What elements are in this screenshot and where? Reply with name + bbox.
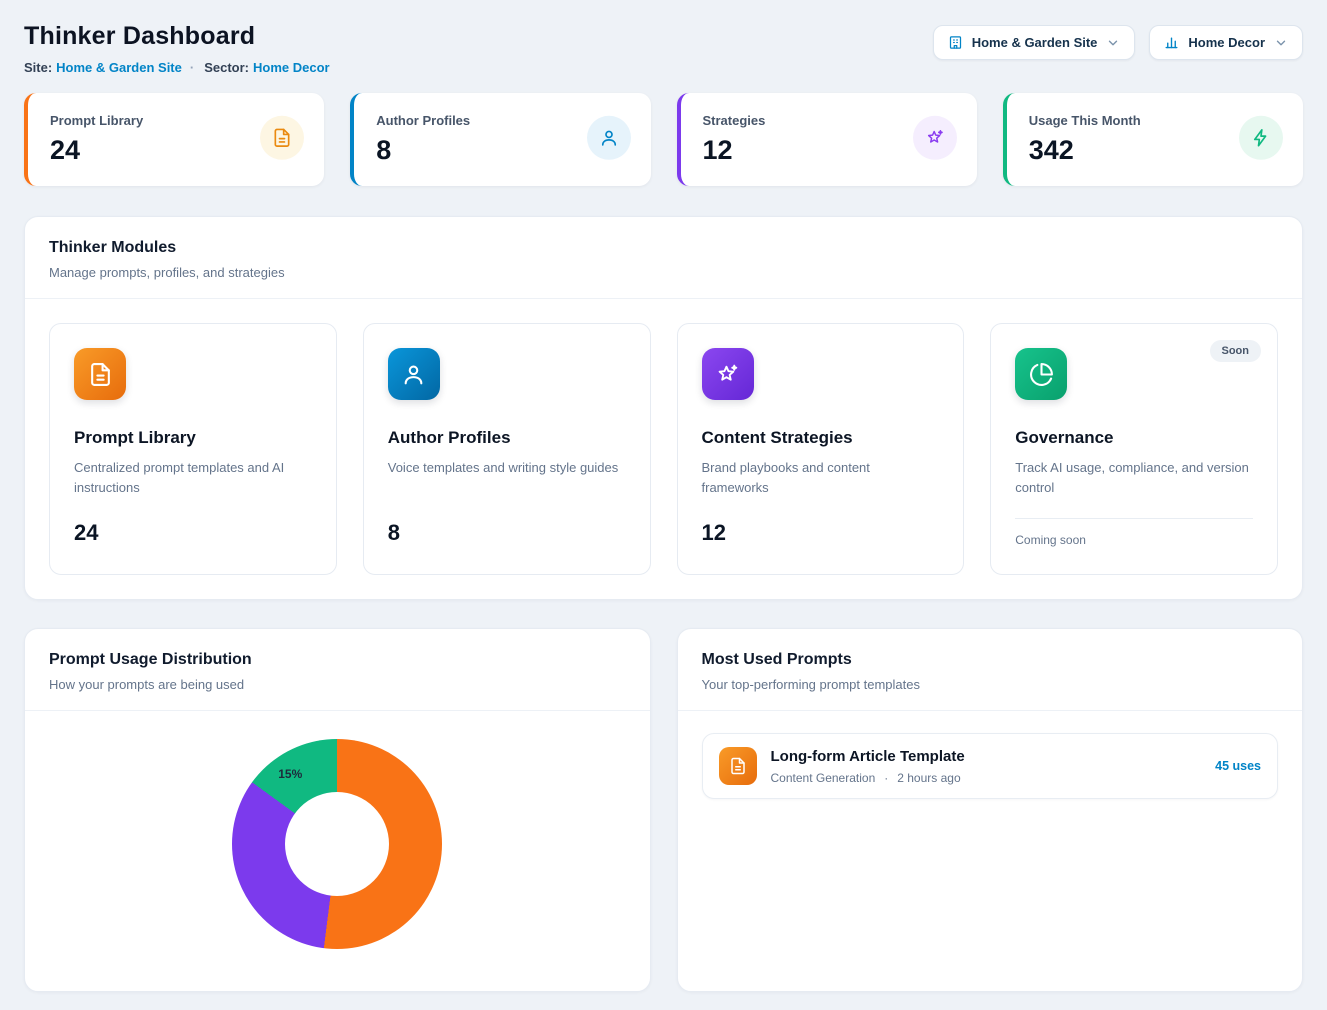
prompts-panel-title: Most Used Prompts <box>702 651 1279 669</box>
bar-chart-icon <box>1164 35 1179 50</box>
module-title: Author Profiles <box>388 428 511 448</box>
prompts-panel-header: Most Used Prompts Your top-performing pr… <box>678 629 1303 710</box>
prompt-uses-badge: 45 uses <box>1215 759 1261 773</box>
prompt-title: Long-form Article Template <box>771 748 1202 765</box>
user-icon <box>587 115 631 159</box>
usage-distribution-panel: Prompt Usage Distribution How your promp… <box>24 628 651 992</box>
stat-card-prompt-library: Prompt Library 24 <box>24 93 324 186</box>
sector-link[interactable]: Home Decor <box>253 60 330 75</box>
divider <box>1015 518 1253 519</box>
user-icon <box>388 348 440 400</box>
document-icon <box>260 115 304 159</box>
module-count: 24 <box>74 520 98 546</box>
module-description: Centralized prompt templates and AI inst… <box>74 458 312 498</box>
module-title: Prompt Library <box>74 428 196 448</box>
prompts-panel-subtitle: Your top-performing prompt templates <box>702 677 1279 692</box>
document-icon <box>719 747 757 785</box>
header-left: Thinker Dashboard Site: Home & Garden Sit… <box>24 18 330 75</box>
module-title: Content Strategies <box>702 428 853 448</box>
separator-dot: · <box>190 60 194 75</box>
chevron-down-icon <box>1106 36 1120 50</box>
module-description: Voice templates and writing style guides <box>388 458 619 498</box>
usage-panel-subtitle: How your prompts are being used <box>49 677 626 692</box>
sector-label: Sector: <box>204 60 249 75</box>
sparkle-star-icon <box>702 348 754 400</box>
module-card-governance[interactable]: Soon Governance Track AI usage, complian… <box>990 323 1278 575</box>
usage-panel-header: Prompt Usage Distribution How your promp… <box>25 629 650 710</box>
soon-badge: Soon <box>1210 340 1262 362</box>
page-title: Thinker Dashboard <box>24 22 330 51</box>
stats-row: Prompt Library 24 Author Profiles 8 Stra… <box>24 93 1303 186</box>
sector-selector-dropdown[interactable]: Home Decor <box>1149 25 1303 60</box>
site-label: Site: <box>24 60 52 75</box>
modules-header: Thinker Modules Manage prompts, profiles… <box>25 217 1302 298</box>
list-item[interactable]: Long-form Article Template Content Gener… <box>702 733 1279 799</box>
site-selector-dropdown[interactable]: Home & Garden Site <box>933 25 1136 60</box>
prompt-list: Long-form Article Template Content Gener… <box>678 711 1303 821</box>
module-card-author-profiles[interactable]: Author Profiles Voice templates and writ… <box>363 323 651 575</box>
header-selectors: Home & Garden Site Home Decor <box>933 25 1303 60</box>
header: Thinker Dashboard Site: Home & Garden Sit… <box>24 18 1303 75</box>
breadcrumb: Site: Home & Garden Site · Sector: Home Deco… <box>24 60 330 75</box>
module-card-content-strategies[interactable]: Content Strategies Brand playbooks and c… <box>677 323 965 575</box>
pie-chart-icon <box>1015 348 1067 400</box>
sector-selector-label: Home Decor <box>1188 35 1265 50</box>
modules-grid: Prompt Library Centralized prompt templa… <box>25 299 1302 599</box>
document-icon <box>74 348 126 400</box>
chevron-down-icon <box>1274 36 1288 50</box>
building-icon <box>948 35 963 50</box>
most-used-prompts-panel: Most Used Prompts Your top-performing pr… <box>677 628 1304 992</box>
thinker-modules-panel: Thinker Modules Manage prompts, profiles… <box>24 216 1303 600</box>
dashboard-page: Thinker Dashboard Site: Home & Garden Sit… <box>0 0 1327 1010</box>
stat-card-strategies: Strategies 12 <box>677 93 977 186</box>
prompt-category: Content Generation <box>771 771 876 785</box>
sparkle-star-icon <box>913 115 957 159</box>
donut-chart: 15% <box>232 739 442 949</box>
module-card-prompt-library[interactable]: Prompt Library Centralized prompt templa… <box>49 323 337 575</box>
chart-area: 15% <box>25 711 650 991</box>
stat-card-author-profiles: Author Profiles 8 <box>350 93 650 186</box>
prompt-info: Long-form Article Template Content Gener… <box>771 748 1202 785</box>
prompt-meta: Content Generation · 2 hours ago <box>771 771 1202 785</box>
donut-segment-label: 15% <box>278 767 302 781</box>
prompt-time: 2 hours ago <box>897 771 960 785</box>
separator-dot: · <box>884 771 888 785</box>
module-description: Brand playbooks and content frameworks <box>702 458 940 498</box>
site-selector-label: Home & Garden Site <box>972 35 1098 50</box>
module-title: Governance <box>1015 428 1113 448</box>
stat-card-usage: Usage This Month 342 <box>1003 93 1303 186</box>
coming-soon-label: Coming soon <box>1015 533 1086 547</box>
module-count: 12 <box>702 520 726 546</box>
lightning-icon <box>1239 115 1283 159</box>
site-link[interactable]: Home & Garden Site <box>56 60 182 75</box>
usage-panel-title: Prompt Usage Distribution <box>49 651 626 669</box>
bottom-row: Prompt Usage Distribution How your promp… <box>24 628 1303 992</box>
modules-title: Thinker Modules <box>49 239 1278 257</box>
module-description: Track AI usage, compliance, and version … <box>1015 458 1253 498</box>
modules-subtitle: Manage prompts, profiles, and strategies <box>49 265 1278 280</box>
module-count: 8 <box>388 520 400 546</box>
